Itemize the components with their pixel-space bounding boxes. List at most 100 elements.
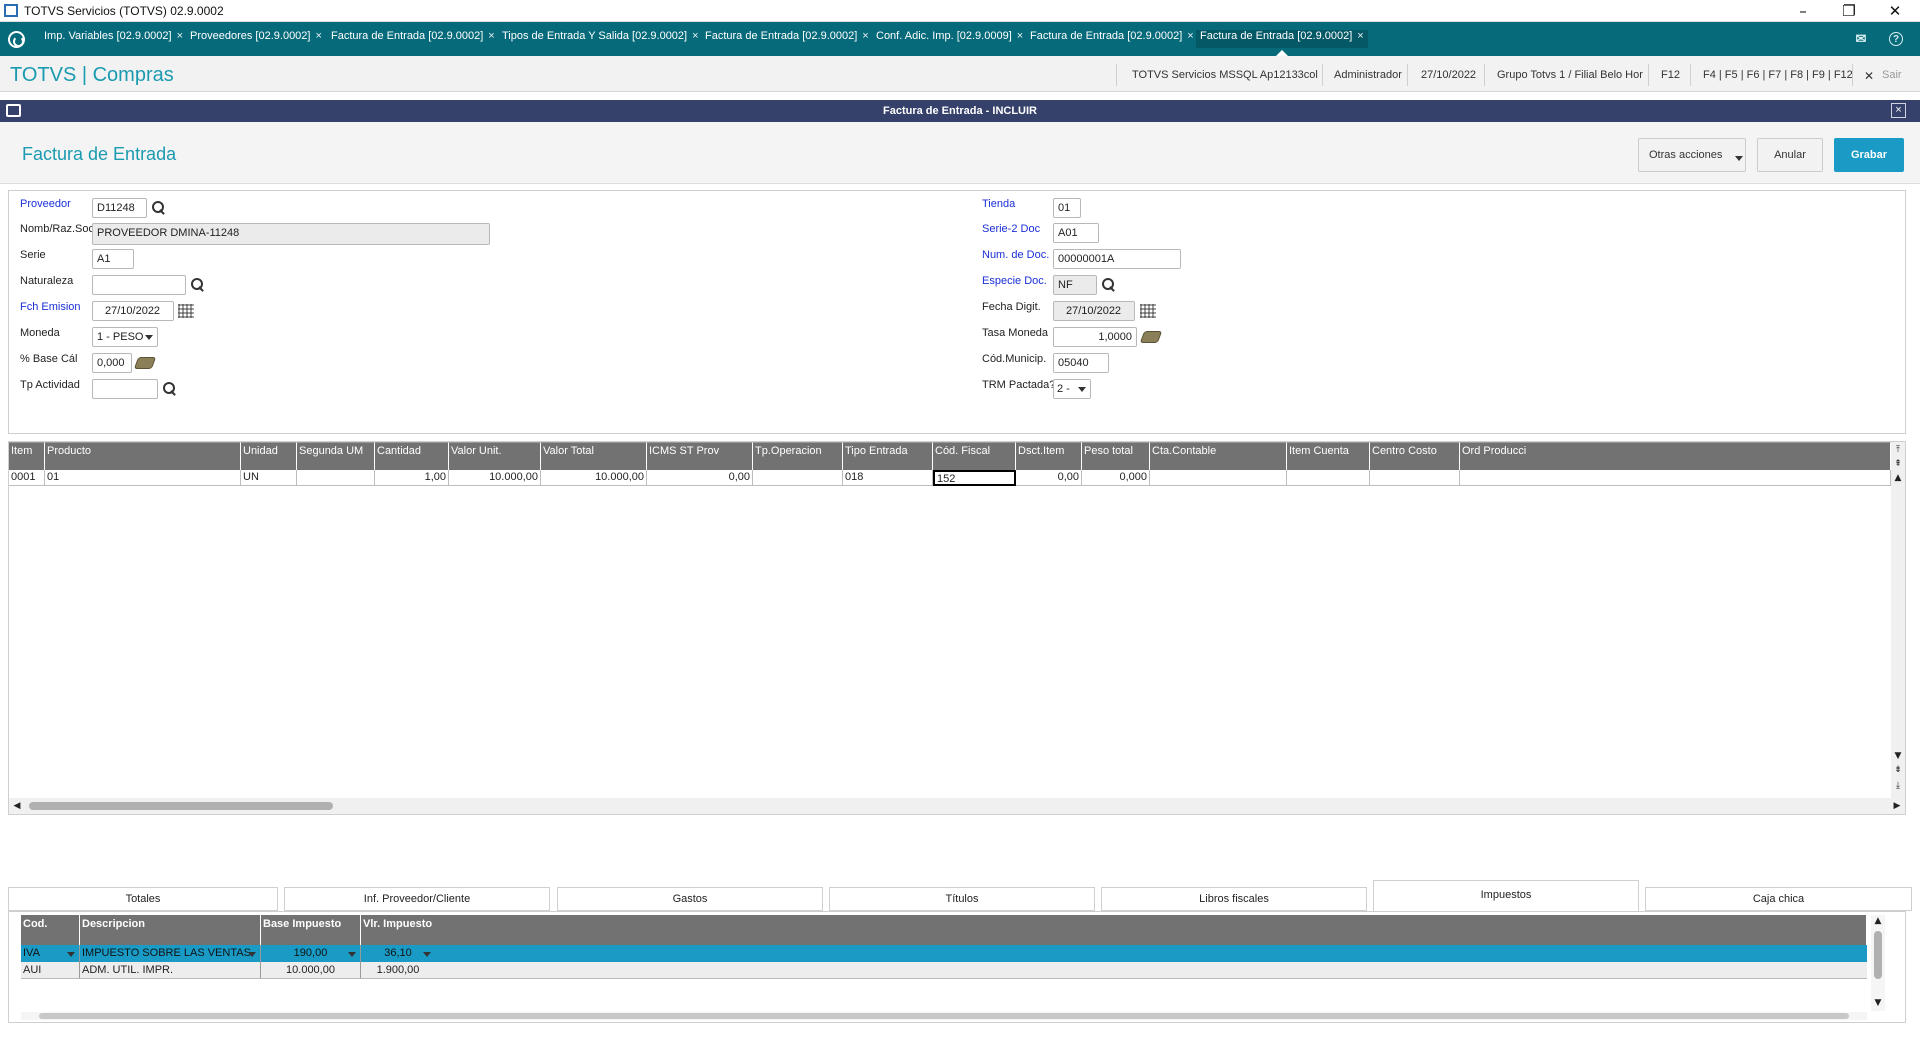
exit-icon[interactable]: ✕ (1864, 69, 1874, 83)
serie2-field[interactable]: A01 (1053, 223, 1099, 243)
tab-factura-entrada-3[interactable]: Factura de Entrada [02.9.0002] × (1026, 30, 1198, 48)
column-header[interactable]: Valor Unit. (449, 442, 541, 470)
restore-button[interactable]: ❐ (1826, 0, 1872, 22)
grid-cell[interactable] (297, 470, 375, 486)
tax-column-header[interactable]: Vlr. Impuesto (361, 915, 1867, 945)
other-actions-button[interactable]: Otras acciones (1638, 138, 1746, 172)
scroll-page-up-icon[interactable]: ⇞ (1892, 458, 1904, 470)
column-header[interactable]: Unidad (241, 442, 297, 470)
search-icon[interactable] (152, 201, 166, 215)
column-header[interactable]: Valor Total (541, 442, 647, 470)
calculator-icon[interactable] (1139, 331, 1163, 343)
scroll-down-icon[interactable]: ▼ (1872, 997, 1884, 1009)
tab-factura-entrada-active[interactable]: Factura de Entrada [02.9.0002] × (1196, 30, 1368, 56)
tasa-field[interactable]: 1,0000 (1053, 327, 1137, 347)
grid-cell[interactable]: 0001 (9, 470, 45, 486)
exit-link[interactable]: Sair (1882, 69, 1902, 81)
mail-icon[interactable]: ✉ (1853, 32, 1869, 46)
search-icon[interactable] (191, 278, 205, 292)
tab-close-icon[interactable]: × (862, 30, 868, 42)
column-header[interactable]: Cta.Contable (1150, 442, 1287, 470)
tab-close-icon[interactable]: × (1187, 30, 1193, 42)
column-header[interactable]: Tipo Entrada (843, 442, 933, 470)
grid-cell[interactable] (1460, 470, 1891, 486)
tab-close-icon[interactable]: × (488, 30, 494, 42)
tax-cell[interactable]: 190,00 (261, 945, 361, 962)
column-header[interactable]: Producto (45, 442, 241, 470)
grid-cell[interactable]: UN (241, 470, 297, 486)
column-header[interactable]: Peso total (1082, 442, 1150, 470)
tax-cell[interactable]: 36,10 (361, 945, 435, 962)
tab-conf-adic-imp[interactable]: Conf. Adic. Imp. [02.9.0009] × (872, 30, 1027, 48)
column-header[interactable]: Cantidad (375, 442, 449, 470)
tax-vertical-scrollbar[interactable]: ▲ ▼ (1871, 915, 1885, 1011)
tab-factura-entrada-2[interactable]: Factura de Entrada [02.9.0002] × (701, 30, 873, 48)
function-keys-label[interactable]: F4 | F5 | F6 | F7 | F8 | F9 | F12 (1703, 69, 1853, 81)
branch-label[interactable]: Grupo Totvs 1 / Filial Belo Hor (1497, 69, 1643, 81)
num-doc-field[interactable]: 00000001A (1053, 249, 1181, 269)
tab-close-icon[interactable]: × (315, 30, 321, 42)
column-header[interactable]: Segunda UM (297, 442, 375, 470)
column-header[interactable]: Ord Producci (1460, 442, 1891, 470)
close-window-button[interactable]: ✕ (1872, 0, 1918, 22)
base-cal-field[interactable]: 0,000 (92, 353, 132, 373)
tax-cell[interactable]: 10.000,00 (261, 962, 361, 979)
tax-column-header[interactable]: Cod. (21, 915, 80, 945)
save-button[interactable]: Grabar (1834, 138, 1904, 172)
tab-imp-variables[interactable]: Imp. Variables [02.9.0002] × (40, 30, 187, 48)
grid-cell[interactable]: 01 (45, 470, 241, 486)
cod-municip-field[interactable]: 05040 (1053, 353, 1109, 373)
f12-label[interactable]: F12 (1661, 69, 1680, 81)
grid-cell[interactable]: 018 (843, 470, 933, 486)
column-header[interactable]: Item Cuenta (1287, 442, 1370, 470)
search-icon[interactable] (1102, 278, 1116, 292)
vertical-scrollbar[interactable]: ⤒ ⇞ ▲ ▼ ⇟ ⤓ (1891, 442, 1905, 798)
tienda-field[interactable]: 01 (1053, 198, 1081, 218)
scroll-up-icon[interactable]: ▲ (1892, 472, 1904, 484)
tax-cell[interactable]: 1.900,00 (361, 962, 435, 979)
grid-cell[interactable] (753, 470, 843, 486)
minimize-button[interactable]: – (1780, 0, 1826, 22)
especie-field[interactable]: NF (1053, 275, 1097, 295)
tab-totales[interactable]: Totales (8, 887, 278, 911)
scroll-bottom-icon[interactable]: ⤓ (1892, 780, 1904, 792)
calendar-icon[interactable] (1140, 304, 1156, 318)
search-icon[interactable] (163, 382, 177, 396)
scroll-page-down-icon[interactable]: ⇟ (1892, 764, 1904, 776)
grid-cell[interactable]: 0,00 (647, 470, 753, 486)
grid-cell[interactable] (1287, 470, 1370, 486)
column-header[interactable]: Dsct.Item (1016, 442, 1082, 470)
tax-cell[interactable]: IVA (21, 945, 80, 962)
column-header[interactable]: Centro Costo (1370, 442, 1460, 470)
moneda-select[interactable]: 1 - PESO (92, 327, 158, 347)
tab-proveedores[interactable]: Proveedores [02.9.0002] × (186, 30, 326, 48)
grid-cell[interactable]: 0,00 (1016, 470, 1082, 486)
horizontal-scrollbar[interactable]: ◀ ▶ (9, 798, 1905, 814)
tab-inf-proveedor[interactable]: Inf. Proveedor/Cliente (284, 887, 550, 911)
tab-libros-fiscales[interactable]: Libros fiscales (1101, 887, 1367, 911)
calculator-icon[interactable] (133, 357, 157, 369)
naturaleza-field[interactable] (92, 275, 186, 295)
tab-gastos[interactable]: Gastos (557, 887, 823, 911)
grid-cell-editing[interactable]: 152 (933, 470, 1016, 486)
tax-cell[interactable]: ADM. UTIL. IMPR. (80, 962, 261, 979)
scroll-thumb[interactable] (29, 802, 333, 810)
tax-column-header[interactable]: Base Impuesto (261, 915, 361, 945)
grid-cell[interactable] (1150, 470, 1287, 486)
tax-cell[interactable]: AUI (21, 962, 80, 979)
grid-cell[interactable]: 0,000 (1082, 470, 1150, 486)
tab-tipos-entrada-salida[interactable]: Tipos de Entrada Y Salida [02.9.0002] × (498, 30, 703, 48)
tab-impuestos[interactable]: Impuestos (1373, 880, 1639, 911)
tax-column-header[interactable]: Descripcion (80, 915, 261, 945)
help-icon[interactable]: ? (1889, 32, 1903, 46)
cancel-button[interactable]: Anular (1757, 138, 1823, 172)
grid-cell[interactable]: 10.000,00 (449, 470, 541, 486)
grid-cell[interactable]: 10.000,00 (541, 470, 647, 486)
tp-actividad-field[interactable] (92, 379, 158, 399)
tax-horizontal-scrollbar[interactable] (21, 1012, 1867, 1020)
dialog-close-button[interactable]: × (1891, 103, 1906, 118)
scroll-thumb[interactable] (1874, 931, 1882, 979)
scroll-top-icon[interactable]: ⤒ (1892, 444, 1904, 456)
tab-close-icon[interactable]: × (692, 30, 698, 42)
tab-close-icon[interactable]: × (1017, 30, 1023, 42)
